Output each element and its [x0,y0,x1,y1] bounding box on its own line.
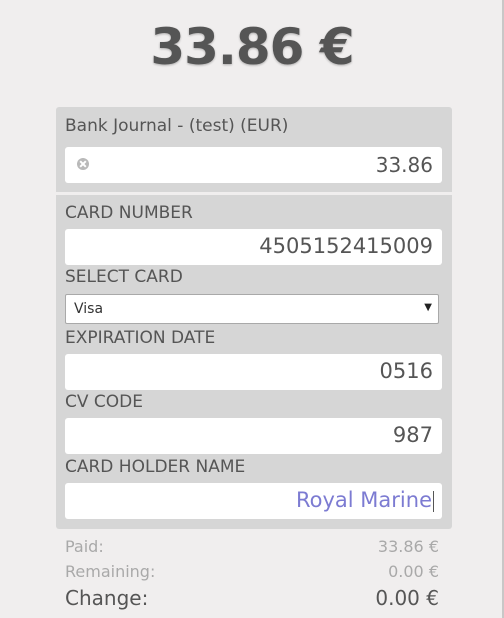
card-number-input[interactable]: 4505152415009 [65,229,442,265]
journal-label: Bank Journal - (test) (EUR) [65,116,289,136]
paid-label: Paid: [65,537,104,556]
cv-code-value: 987 [392,423,433,447]
total-due: 33.86 € [150,18,354,76]
change-value: 0.00 € [375,586,439,610]
remaining-value: 0.00 € [388,562,439,581]
card-type-value: Visa [74,301,104,317]
card-type-select[interactable]: Visa ▼ [65,294,439,324]
card-holder-value: Royal Marine [296,488,432,512]
payment-screen: 33.86 € Bank Journal - (test) (EUR) 33.8… [0,0,504,618]
paid-row: Paid: 33.86 € [65,537,439,559]
card-number-label: CARD NUMBER [65,203,193,223]
expiration-date-input[interactable]: 0516 [65,354,442,390]
cv-code-input[interactable]: 987 [65,418,442,454]
card-holder-label: CARD HOLDER NAME [65,457,246,477]
remaining-label: Remaining: [65,562,156,581]
card-number-value: 4505152415009 [259,234,433,258]
change-label: Change: [65,586,149,610]
remaining-row: Remaining: 0.00 € [65,562,439,584]
paid-value: 33.86 € [377,537,439,556]
clear-circle-icon[interactable] [77,158,89,170]
cv-code-label: CV CODE [65,392,143,412]
expiration-date-label: EXPIRATION DATE [65,328,216,348]
select-card-label: SELECT CARD [65,267,183,287]
change-row: Change: 0.00 € [65,586,439,614]
expiration-date-value: 0516 [379,359,433,383]
triangle-down-icon: ▼ [424,302,432,313]
card-holder-input[interactable]: Royal Marine [65,483,442,519]
text-cursor [433,491,434,512]
payment-amount-value: 33.86 [375,153,433,177]
payment-amount-input[interactable]: 33.86 [65,147,442,183]
